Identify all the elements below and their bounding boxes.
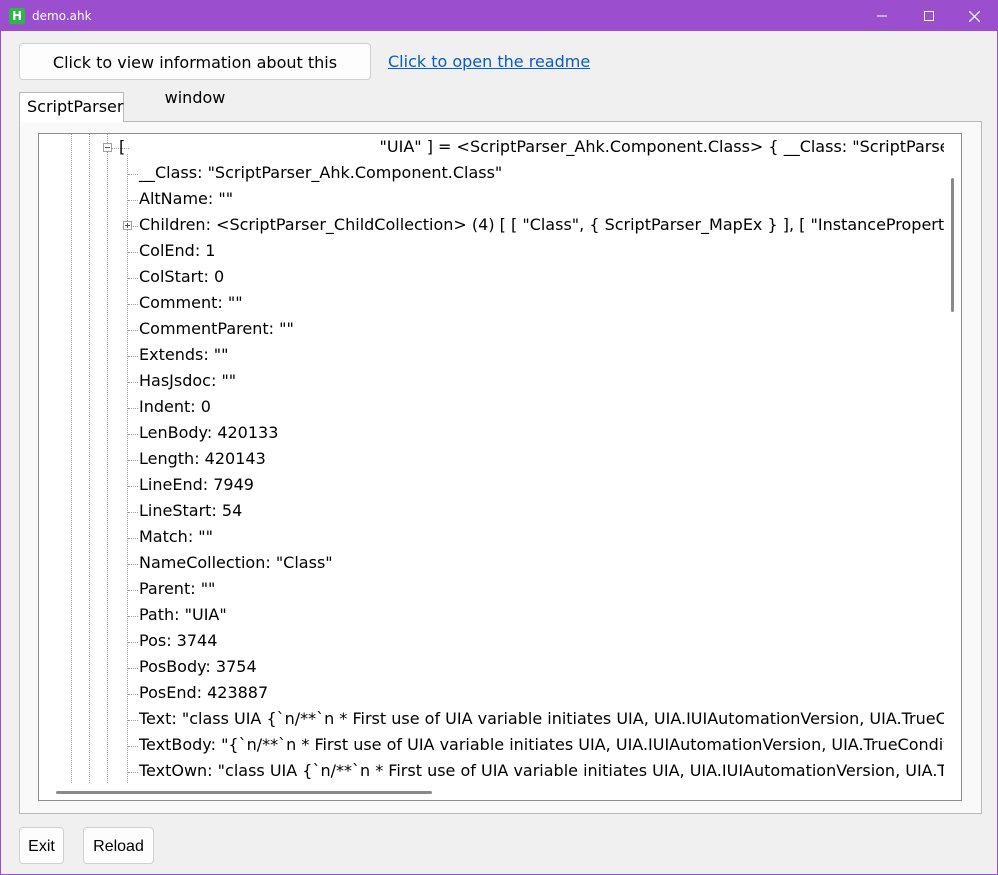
tree-item[interactable]: TextBody: "{`n/**`n * First use of UIA v… xyxy=(139,735,944,755)
tree-item[interactable]: Match: "" xyxy=(139,527,213,547)
horizontal-scrollbar-thumb[interactable] xyxy=(56,791,432,794)
tree-connector xyxy=(128,512,138,513)
tree-connector xyxy=(128,668,138,669)
tree-item[interactable]: AltName: "" xyxy=(139,189,233,209)
tree-item[interactable]: Comment: "" xyxy=(139,293,243,313)
tree-connector xyxy=(128,642,138,643)
tree-content: [ "UIA" ] = <ScriptParser_Ahk.Component.… xyxy=(39,134,944,783)
tree-view[interactable]: [ "UIA" ] = <ScriptParser_Ahk.Component.… xyxy=(38,133,962,801)
tree-connector xyxy=(128,746,138,747)
tree-connector xyxy=(128,408,138,409)
title-bar[interactable]: H demo.ahk xyxy=(1,1,997,31)
tree-item[interactable]: Text: "class UIA {`n/**`n * First use of… xyxy=(139,709,944,729)
tree-item[interactable]: Indent: 0 xyxy=(139,397,211,417)
tree-item[interactable]: Length: 420143 xyxy=(139,449,266,469)
tree-item[interactable]: Pos: 3744 xyxy=(139,631,217,651)
tree-connector xyxy=(128,720,138,721)
tree-connector xyxy=(128,304,138,305)
tree-guide-line xyxy=(127,154,128,783)
tree-item[interactable]: HasJsdoc: "" xyxy=(139,371,236,391)
tree-item[interactable]: Path: "UIA" xyxy=(139,605,227,625)
minimize-button[interactable] xyxy=(859,1,905,31)
tree-connector xyxy=(128,252,138,253)
tree-connector xyxy=(128,616,138,617)
tree-item[interactable]: CommentParent: "" xyxy=(139,319,294,339)
tab-scriptparser[interactable]: ScriptParser xyxy=(19,92,124,122)
close-icon xyxy=(968,10,980,22)
tree-guide-line xyxy=(107,134,108,783)
tree-item[interactable]: LineEnd: 7949 xyxy=(139,475,254,495)
tree-guide-line xyxy=(71,134,72,783)
minimize-icon xyxy=(877,15,887,17)
collapse-icon[interactable] xyxy=(103,143,112,152)
close-button[interactable] xyxy=(951,1,997,31)
tree-item[interactable]: LenBody: 420133 xyxy=(139,423,278,443)
reload-button[interactable]: Reload xyxy=(83,827,154,864)
tree-item[interactable]: TextOwn: "class UIA {`n/**`n * First use… xyxy=(139,761,944,781)
tree-item[interactable]: ColEnd: 1 xyxy=(139,241,215,261)
vertical-scrollbar-thumb[interactable] xyxy=(951,178,954,312)
maximize-button[interactable] xyxy=(906,1,952,31)
tree-connector xyxy=(128,772,138,773)
exit-button[interactable]: Exit xyxy=(19,827,64,864)
tree-item[interactable]: Children: <ScriptParser_ChildCollection>… xyxy=(139,215,944,235)
tree-item[interactable]: PosBody: 3754 xyxy=(139,657,257,677)
tree-connector xyxy=(128,564,138,565)
tree-connector xyxy=(128,694,138,695)
tree-connector xyxy=(128,460,138,461)
app-window: H demo.ahk Click to view information abo… xyxy=(0,0,998,875)
tree-item[interactable]: __Class: "ScriptParser_Ahk.Component.Cla… xyxy=(139,163,502,183)
tree-connector xyxy=(128,330,138,331)
window-info-button[interactable]: Click to view information about this win… xyxy=(19,43,371,107)
tree-connector xyxy=(128,200,138,201)
tree-item[interactable]: Extends: "" xyxy=(139,345,229,365)
tree-connector xyxy=(128,382,138,383)
readme-link[interactable]: Click to open the readme xyxy=(388,51,590,73)
tree-guide-line xyxy=(89,134,90,783)
tree-connector xyxy=(128,434,138,435)
tree-connector xyxy=(128,590,138,591)
expand-icon[interactable] xyxy=(123,221,132,230)
maximize-icon xyxy=(924,11,934,21)
tree-connector xyxy=(128,278,138,279)
tree-connector xyxy=(128,174,138,175)
tree-item[interactable]: Parent: "" xyxy=(139,579,215,599)
tree-item[interactable]: NameCollection: "Class" xyxy=(139,553,333,573)
tree-connector xyxy=(128,538,138,539)
tree-item[interactable]: LineStart: 54 xyxy=(139,501,242,521)
tree-item[interactable]: ColStart: 0 xyxy=(139,267,224,287)
tree-root-node[interactable]: [ "UIA" ] = <ScriptParser_Ahk.Component.… xyxy=(119,137,944,157)
tree-connector xyxy=(128,486,138,487)
tree-item[interactable]: PosEnd: 423887 xyxy=(139,683,268,703)
window-title: demo.ahk xyxy=(32,9,92,23)
autohotkey-app-icon: H xyxy=(9,8,25,24)
tree-connector xyxy=(128,356,138,357)
